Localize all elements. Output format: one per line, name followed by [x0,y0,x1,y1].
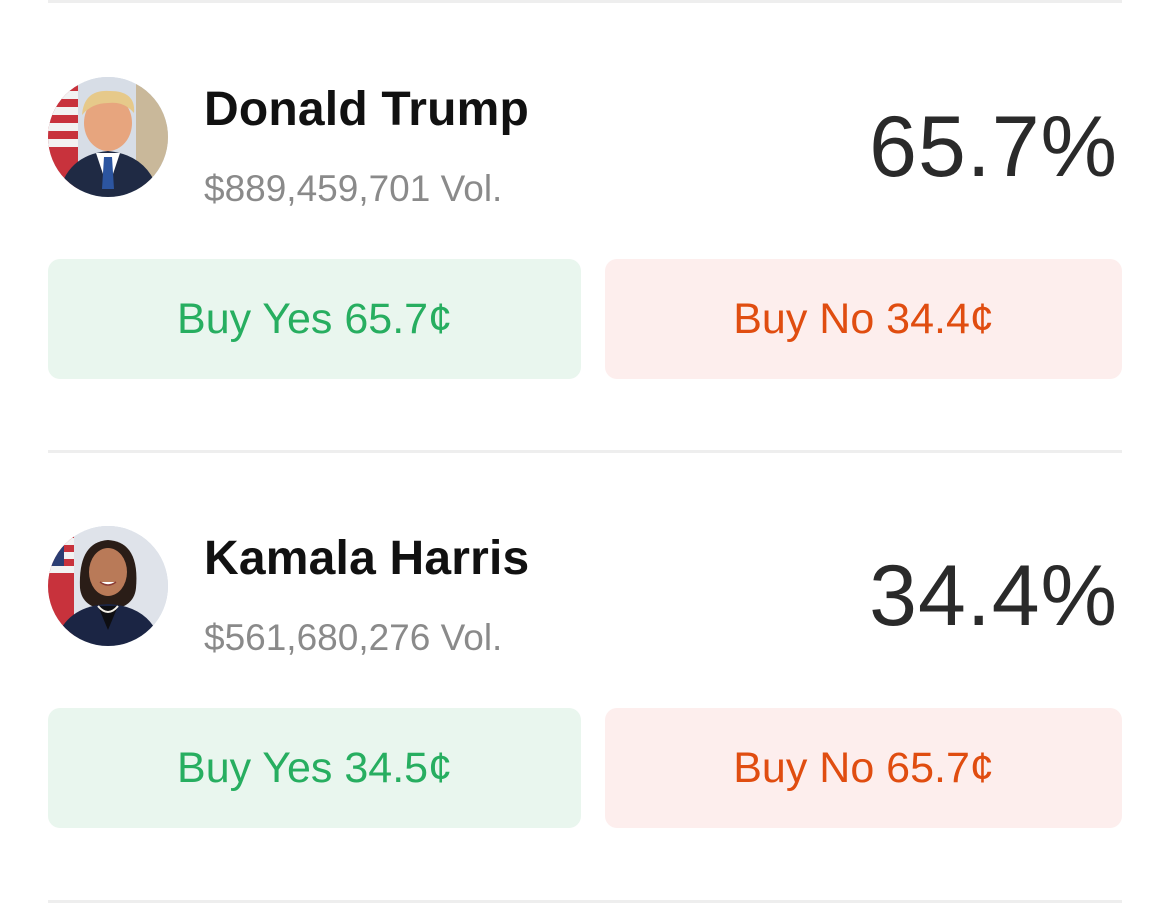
trade-volume: $889,459,701 Vol. [204,168,503,209]
buy-yes-button[interactable]: Buy Yes 34.5¢ [48,708,581,828]
buy-no-button[interactable]: Buy No 34.4¢ [605,259,1122,379]
market-list: Donald Trump $889,459,701 Vol. 65.7% Buy… [0,0,1170,904]
win-probability: 34.4% [869,548,1118,644]
candidate-portrait-icon [48,77,168,197]
candidate-portrait-icon [48,526,168,646]
divider [48,900,1122,903]
trade-volume: $561,680,276 Vol. [204,617,503,658]
win-probability: 65.7% [869,99,1118,195]
market-row[interactable]: Donald Trump $889,459,701 Vol. 65.7% Buy… [0,0,1170,380]
market-row[interactable]: Kamala Harris $561,680,276 Vol. 34.4% Bu… [0,449,1170,829]
buy-yes-button[interactable]: Buy Yes 65.7¢ [48,259,581,379]
buy-no-button[interactable]: Buy No 65.7¢ [605,708,1122,828]
candidate-name: Kamala Harris [204,532,530,585]
candidate-name: Donald Trump [204,83,530,136]
